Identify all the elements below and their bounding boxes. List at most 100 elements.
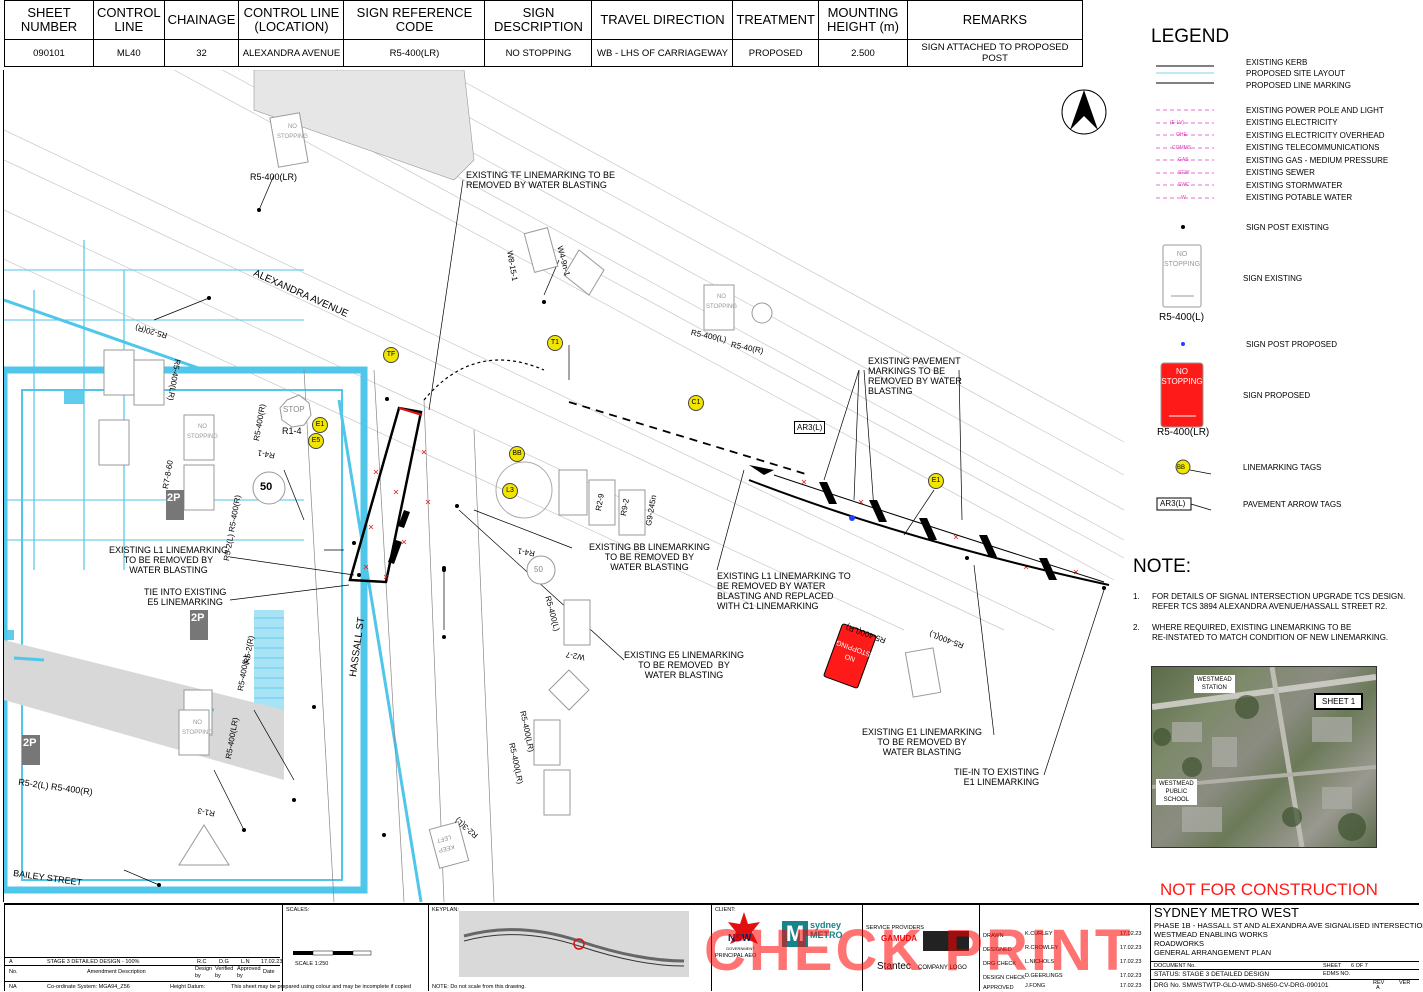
amend-col-date: Date — [263, 969, 275, 975]
legend-sign-existing-face: NO STOPPING — [1163, 251, 1201, 268]
notes-title: NOTE: — [1133, 556, 1192, 577]
tb-colour-note: This sheet may be prepared using colour … — [231, 984, 412, 990]
tag-t1: T1 — [547, 335, 563, 351]
aerial-label-school: WESTMEAD PUBLIC SCHOOL — [1156, 779, 1197, 805]
legend-item-sign-existing: SIGN EXISTING — [1243, 274, 1303, 283]
col-treatment: TREATMENT — [732, 0, 819, 40]
cell-mounting-height: 2.500 — [817, 39, 908, 67]
project-title-cell: SYDNEY METRO WEST PHASE 1B - HASSALL ST … — [1150, 905, 1423, 991]
amend-col-verified: Verified by — [215, 966, 234, 979]
title-block: A STAGE 3 DETAILED DESIGN - 100% R.C D.G… — [4, 903, 1423, 991]
legend-line-code-swc: SWC — [1178, 182, 1190, 188]
arrow-tag-ar3l: AR3(L) — [794, 421, 826, 434]
keyplan-cell: KEYPLAN: NOTE: Do not scale from this dr… — [428, 905, 711, 991]
col-sign-description: SIGN DESCRIPTION — [484, 0, 593, 40]
north-arrow — [1061, 89, 1107, 135]
not-for-construction-label: NOT FOR CONSTRUCTION — [1160, 880, 1378, 899]
legend-item-electricity: EXISTING ELECTRICITY — [1246, 118, 1338, 127]
keyplan-label: KEYPLAN: — [432, 907, 459, 913]
legend-item-potable-water: EXISTING POTABLE WATER — [1246, 193, 1353, 202]
project-roadworks: ROADWORKS — [1154, 939, 1205, 948]
legend-item-proposed-line-marking: PROPOSED LINE MARKING — [1246, 81, 1351, 90]
tag-e1-east: E1 — [928, 473, 944, 489]
legend-item-electricity-overhead: EXISTING ELECTRICITY OVERHEAD — [1246, 131, 1385, 140]
legend-line-code-w: W — [1181, 195, 1186, 201]
amend-approved: L.N — [241, 959, 250, 965]
legend: LEGEND (E-LV) OHE COMMS GAS SEW SWC W NO… — [1126, 20, 1423, 570]
tb-na: NA — [9, 984, 17, 990]
col-control-line-location: CONTROL LINE (LOCATION) — [238, 0, 345, 40]
aerial-label-sheet: SHEET 1 — [1314, 693, 1364, 710]
sign-face-no-stopping-c: NO STOPPING — [187, 424, 218, 440]
tag-tf: TF — [383, 347, 399, 363]
sign-face-2p-c: 2P — [23, 737, 37, 749]
scale-bar-label: SCALE 1:250 — [295, 961, 329, 967]
callout-l1-replace: EXISTING L1 LINEMARKING TO BE REMOVED BY… — [717, 571, 851, 611]
note-2-num: 2. — [1133, 623, 1140, 632]
plan-drawing: STOP 50 50 2P 2P 2P NO STOPPING NO STOPP… — [4, 70, 1124, 902]
legend-sign-proposed-code: R5-400(LR) — [1157, 427, 1210, 438]
col-travel-direction: TRAVEL DIRECTION — [591, 0, 734, 40]
legend-item-power-pole: EXISTING POWER POLE AND LIGHT — [1246, 106, 1384, 115]
cell-travel-direction: WB - LHS OF CARRIAGEWAY — [591, 39, 734, 67]
cell-treatment: PROPOSED — [732, 39, 819, 67]
sign-face-no-stopping-a: NO STOPPING — [277, 124, 308, 140]
col-control-line: CONTROL LINE — [93, 0, 165, 40]
legend-line-code-elv: (E-LV) — [1170, 120, 1185, 126]
sign-face-speed-2: 50 — [534, 565, 543, 574]
cell-sign-code: R5-400(LR) — [343, 39, 486, 67]
sign-face-stop: STOP — [283, 405, 305, 414]
legend-symbols — [1156, 65, 1214, 511]
legend-arrow-example: AR3(L) — [1160, 499, 1186, 508]
callout-tie-e1: TIE-IN TO EXISTING E1 LINEMARKING — [954, 767, 1040, 787]
tag-e5: E5 — [308, 433, 324, 449]
project-gap: GENERAL ARRANGEMENT PLAN — [1154, 948, 1272, 957]
sign-face-no-stopping-d: NO STOPPING — [182, 720, 213, 736]
keyplan-map — [459, 911, 689, 977]
col-sign-reference-code: SIGN REFERENCE CODE — [343, 0, 486, 40]
edms-label: EDMS NO. — [1323, 971, 1351, 977]
legend-sign-proposed-face: NO STOPPING — [1161, 367, 1203, 386]
callout-tie-e5: TIE INTO EXISTING E5 LINEMARKING — [144, 587, 227, 607]
cell-sheet-number: 090101 — [4, 39, 94, 67]
sign-schedule-row: 090101 ML40 32 ALEXANDRA AVENUE R5-400(L… — [4, 39, 1083, 67]
cell-location: ALEXANDRA AVENUE — [238, 39, 345, 67]
amend-verified: D.G — [219, 959, 229, 965]
amend-design: R.C — [197, 959, 207, 965]
amend-desc: STAGE 3 DETAILED DESIGN - 100% — [47, 959, 140, 965]
cell-control-line: ML40 — [93, 39, 165, 67]
tag-c1: C1 — [688, 395, 704, 411]
legend-item-sign-proposed: SIGN PROPOSED — [1243, 391, 1311, 400]
legend-item-sign-post-proposed: SIGN POST PROPOSED — [1246, 340, 1337, 349]
tag-bb: BB — [509, 446, 525, 462]
callout-pavement-remove: EXISTING PAVEMENT MARKINGS TO BE REMOVED… — [868, 356, 962, 396]
legend-item-sewer: EXISTING SEWER — [1246, 168, 1315, 177]
amend-col-design: Design by — [195, 966, 213, 979]
tb-scale-note: NOTE: Do not scale from this drawing. — [432, 984, 526, 990]
legend-item-stormwater: EXISTING STORMWATER — [1246, 181, 1343, 190]
check-print-stamp: CHECK PRINT — [704, 918, 1134, 983]
sign-face-2p-b: 2P — [191, 612, 205, 624]
callout-bb-remove: EXISTING BB LINEMARKING TO BE REMOVED BY… — [589, 542, 711, 572]
col-chainage: CHAINAGE — [163, 0, 240, 40]
project-works: WESTMEAD ENABLING WORKS — [1154, 930, 1268, 939]
sign-face-2p: 2P — [167, 492, 181, 504]
amend-col-desc: Amendment Description — [87, 969, 146, 975]
sign-face-no-stopping-b: NO STOPPING — [706, 294, 737, 310]
sign-code-r5-400lr-top: R5-400(LR) — [250, 172, 298, 182]
sign-schedule-table: SHEET NUMBER CONTROL LINE CHAINAGE CONTR… — [4, 0, 1083, 67]
proposed-post-dot — [849, 515, 855, 521]
callout-l1-remove: EXISTING L1 LINEMARKING TO BE REMOVED BY… — [109, 545, 229, 575]
drawing-number: DRG No. SMWSTWTP-GLO-WMD-SN650-CV-DRG-09… — [1154, 982, 1329, 989]
note-1-num: 1. — [1133, 592, 1140, 601]
tb-coord: Co-ordinate System: MGA94_Z56 — [47, 984, 130, 990]
legend-item-proposed-site-layout: PROPOSED SITE LAYOUT — [1246, 69, 1345, 78]
callout-tf-remove: EXISTING TF LINEMARKING TO BE REMOVED BY… — [466, 170, 616, 190]
cell-sign-description: NO STOPPING — [484, 39, 593, 67]
scales-label: SCALES: — [286, 907, 310, 913]
legend-item-pavement-arrow-tags: PAVEMENT ARROW TAGS — [1243, 500, 1342, 509]
cell-remarks: SIGN ATTACHED TO PROPOSED POST — [906, 39, 1083, 67]
note-2-text: WHERE REQUIRED, EXISTING LINEMARKING TO … — [1152, 623, 1389, 642]
project-phase: PHASE 1B - HASSALL ST AND ALEXANDRA AVE … — [1154, 921, 1423, 930]
tb-height-datum: Height Datum: — [170, 984, 206, 990]
